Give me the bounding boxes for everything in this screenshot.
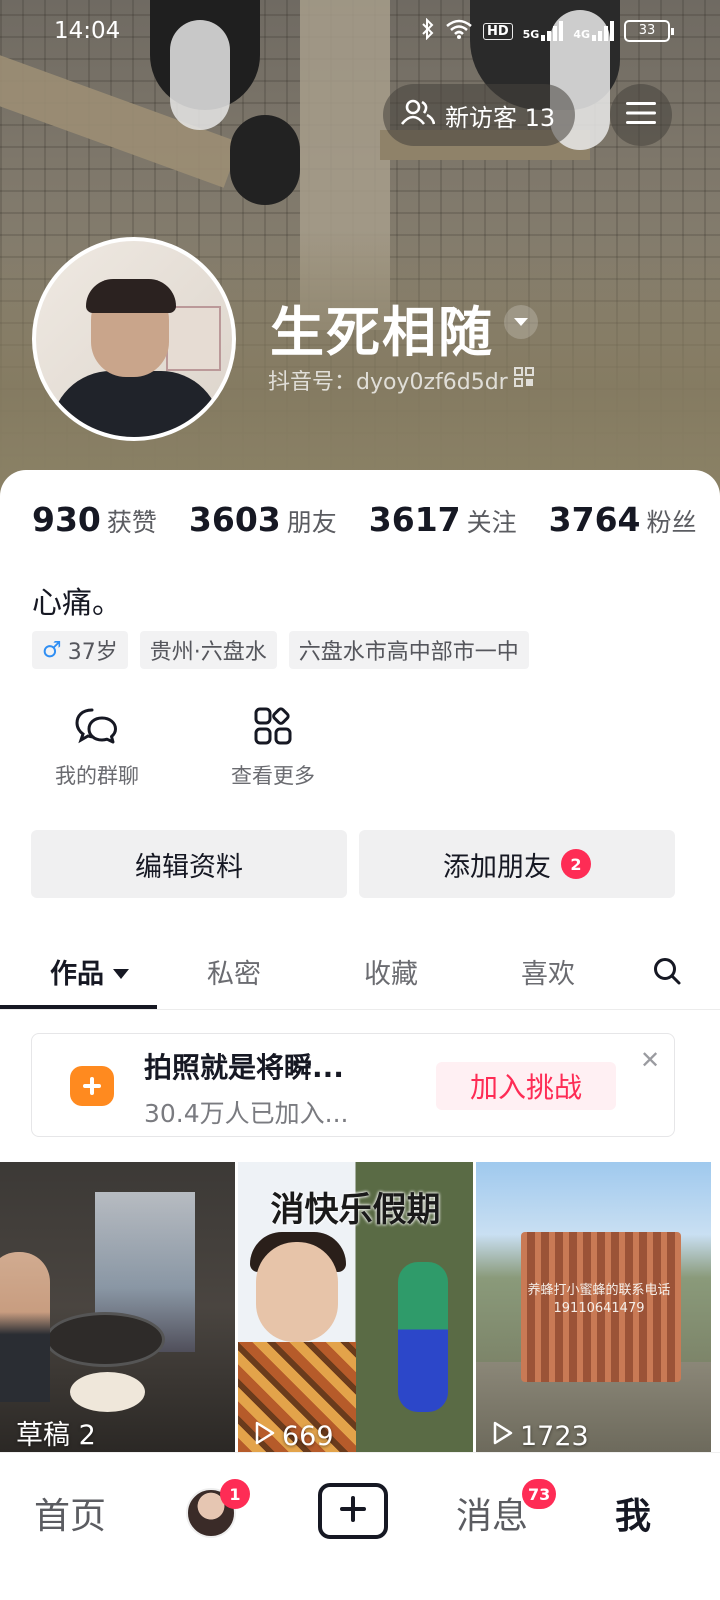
signal-4g-icon: 4G	[573, 21, 614, 41]
account-switch-caret-icon[interactable]	[504, 305, 538, 339]
stat-likes[interactable]: 930 获赞	[32, 500, 157, 539]
more-label: 查看更多	[231, 764, 315, 788]
edit-profile-button[interactable]: 编辑资料	[31, 830, 347, 898]
hd-indicator: HD	[482, 22, 513, 40]
tag-school[interactable]: 六盘水市高中部市一中	[288, 631, 529, 669]
camera-plus-icon	[70, 1066, 114, 1106]
works-grid: 草稿 2 消快乐假期 669 养蜂打小蜜蜂的联系电话 19110641479 1…	[0, 1162, 720, 1452]
douyin-id-text: 抖音号：dyoy0zf6d5dr	[268, 370, 508, 395]
visitors-label: 新访客 13	[445, 103, 556, 132]
messages-badge: 73	[522, 1479, 557, 1509]
profile-bio: 心痛。	[32, 586, 122, 621]
hamburger-icon	[626, 101, 656, 129]
tab-likes[interactable]: 喜欢	[521, 952, 575, 991]
nav-messages[interactable]: 消息	[456, 1487, 528, 1539]
caret-down-icon	[112, 956, 130, 987]
challenge-subtitle: 30.4万人已加入...	[144, 1099, 349, 1128]
tab-works[interactable]: 作品	[50, 952, 130, 991]
join-challenge-button[interactable]: 加入挑战	[436, 1062, 616, 1110]
search-icon[interactable]	[652, 956, 682, 993]
draft-tile[interactable]: 草稿 2	[0, 1162, 235, 1452]
tab-favorites[interactable]: 收藏	[364, 952, 418, 991]
more-shortcut[interactable]: 查看更多	[208, 706, 338, 790]
visitors-icon	[400, 98, 436, 132]
video-sign-text: 养蜂打小蜜蜂的联系电话 19110641479	[527, 1283, 671, 1316]
challenge-card[interactable]: 拍照就是将瞬... 30.4万人已加入... 加入挑战 ✕	[31, 1033, 675, 1137]
apps-grid-icon	[253, 707, 293, 750]
tag-gender-age: ♂ 37岁	[32, 631, 128, 669]
video-banner-text: 消快乐假期	[270, 1190, 441, 1230]
play-count: 1723	[492, 1421, 589, 1452]
male-icon: ♂	[42, 637, 62, 663]
create-button[interactable]	[318, 1483, 388, 1539]
play-icon	[254, 1421, 276, 1452]
battery-icon: 33	[624, 20, 674, 42]
nav-me[interactable]: 我	[615, 1487, 651, 1539]
add-friends-button[interactable]: 添加朋友 2	[359, 830, 675, 898]
qr-code-icon	[513, 367, 534, 393]
plus-icon	[339, 1495, 367, 1527]
profile-username[interactable]: 生死相随	[270, 288, 494, 367]
tab-private[interactable]: 私密	[207, 952, 261, 991]
tab-active-underline	[0, 1005, 157, 1009]
wifi-icon	[445, 18, 473, 44]
group-chat-label: 我的群聊	[55, 764, 139, 788]
menu-button[interactable]	[610, 84, 672, 146]
profile-stats: 930 获赞 3603 朋友 3617 关注 3764 粉丝	[32, 500, 697, 539]
bottom-nav: 首页 1 消息 73 我	[0, 1452, 720, 1600]
video-tile[interactable]: 消快乐假期 669	[238, 1162, 473, 1452]
draft-label: 草稿 2	[16, 1420, 96, 1451]
challenge-title: 拍照就是将瞬...	[144, 1051, 344, 1084]
cover-monkey-small	[230, 115, 300, 205]
bluetooth-icon	[421, 17, 435, 44]
status-bar: 14:04 HD 5G 4G 33	[0, 0, 720, 64]
group-chat-icon	[74, 708, 120, 750]
nav-home[interactable]: 首页	[34, 1487, 106, 1539]
add-friends-badge: 2	[561, 849, 591, 879]
stat-following[interactable]: 3617 关注	[369, 500, 517, 539]
close-icon[interactable]: ✕	[640, 1046, 660, 1074]
new-visitors-button[interactable]: 新访客 13	[383, 84, 575, 146]
profile-tags: ♂ 37岁 贵州·六盘水 六盘水市高中部市一中	[32, 631, 529, 669]
signal-5g-icon: 5G	[523, 21, 564, 41]
douyin-id[interactable]: 抖音号：dyoy0zf6d5dr	[268, 364, 534, 396]
profile-avatar[interactable]	[32, 237, 236, 441]
friends-badge: 1	[220, 1479, 250, 1509]
stat-friends[interactable]: 3603 朋友	[189, 500, 337, 539]
tag-location: 贵州·六盘水	[139, 631, 277, 669]
content-tabs: 作品 私密 收藏 喜欢	[0, 940, 720, 1010]
video-tile[interactable]: 养蜂打小蜜蜂的联系电话 19110641479 1723	[476, 1162, 711, 1452]
status-time: 14:04	[54, 18, 121, 44]
play-count: 669	[254, 1421, 334, 1452]
stat-followers[interactable]: 3764 粉丝	[549, 500, 697, 539]
group-chat-shortcut[interactable]: 我的群聊	[32, 706, 162, 790]
play-icon	[492, 1421, 514, 1452]
